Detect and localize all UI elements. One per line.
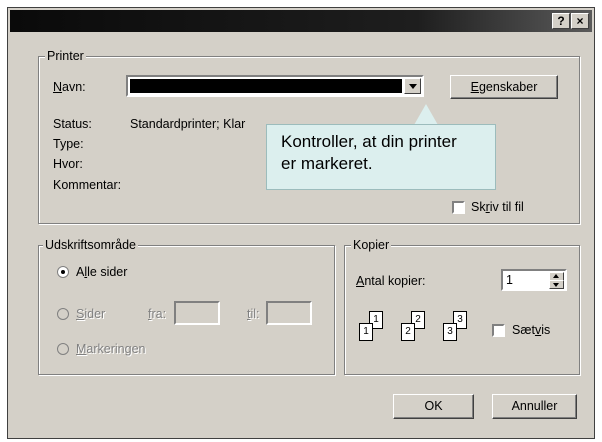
callout-note: Kontroller, at din printer er markeret. [266,124,496,190]
copies-group: Kopier [344,238,580,375]
properties-button[interactable]: Egenskaber [450,75,558,99]
printer-group-label: Printer [45,49,86,63]
pages-radio[interactable] [57,308,69,320]
help-button[interactable]: ? [552,13,570,29]
close-button[interactable]: × [571,13,589,29]
collate-set-2: 2 2 [399,311,439,345]
collate-page: 2 [401,323,415,341]
print-to-file-checkbox[interactable] [452,201,465,214]
printer-name-select[interactable] [126,75,424,97]
callout-line-1: Kontroller, at din printer [281,132,457,151]
chevron-down-icon[interactable] [404,78,421,94]
to-page-input[interactable] [266,301,312,325]
name-label: Navn: [53,80,86,94]
collate-label: Sætvis [512,323,551,337]
collate-checkbox[interactable] [492,324,505,337]
status-value: Standardprinter; Klar [130,117,246,131]
pages-label: Sider [76,307,106,321]
copies-count-stepper[interactable]: 1 [501,269,567,291]
print-range-group-label: Udskriftsområde [43,238,138,252]
callout-line-2: er markeret. [281,154,373,173]
spin-down-icon[interactable] [549,280,564,289]
from-page-input[interactable] [174,301,220,325]
title-bar: ? × [10,10,592,32]
to-label: til: [247,307,260,321]
selection-label: Markeringen [76,342,146,356]
callout-pointer [414,104,438,125]
where-label: Hvor: [53,157,83,171]
print-to-file-label: Skriv til fil [471,200,524,214]
comment-label: Kommentar: [53,178,122,192]
copies-group-label: Kopier [351,238,392,252]
collate-set-1: 1 1 [357,311,397,345]
all-pages-label: Alle sider [76,265,128,279]
selection-radio[interactable] [57,343,69,355]
type-label: Type: [53,137,84,151]
collate-page: 1 [359,323,373,341]
copies-count-value: 1 [506,273,513,287]
collate-page: 3 [443,323,457,341]
ok-button[interactable]: OK [393,394,474,419]
from-label: fra: [148,307,167,321]
copies-count-label: Antal kopier: [356,274,426,288]
status-label: Status: [53,117,92,131]
all-pages-radio[interactable] [57,266,69,278]
cancel-button[interactable]: Annuller [492,394,577,419]
printer-name-selected-value [130,79,402,93]
collate-set-3: 3 3 [441,311,481,345]
